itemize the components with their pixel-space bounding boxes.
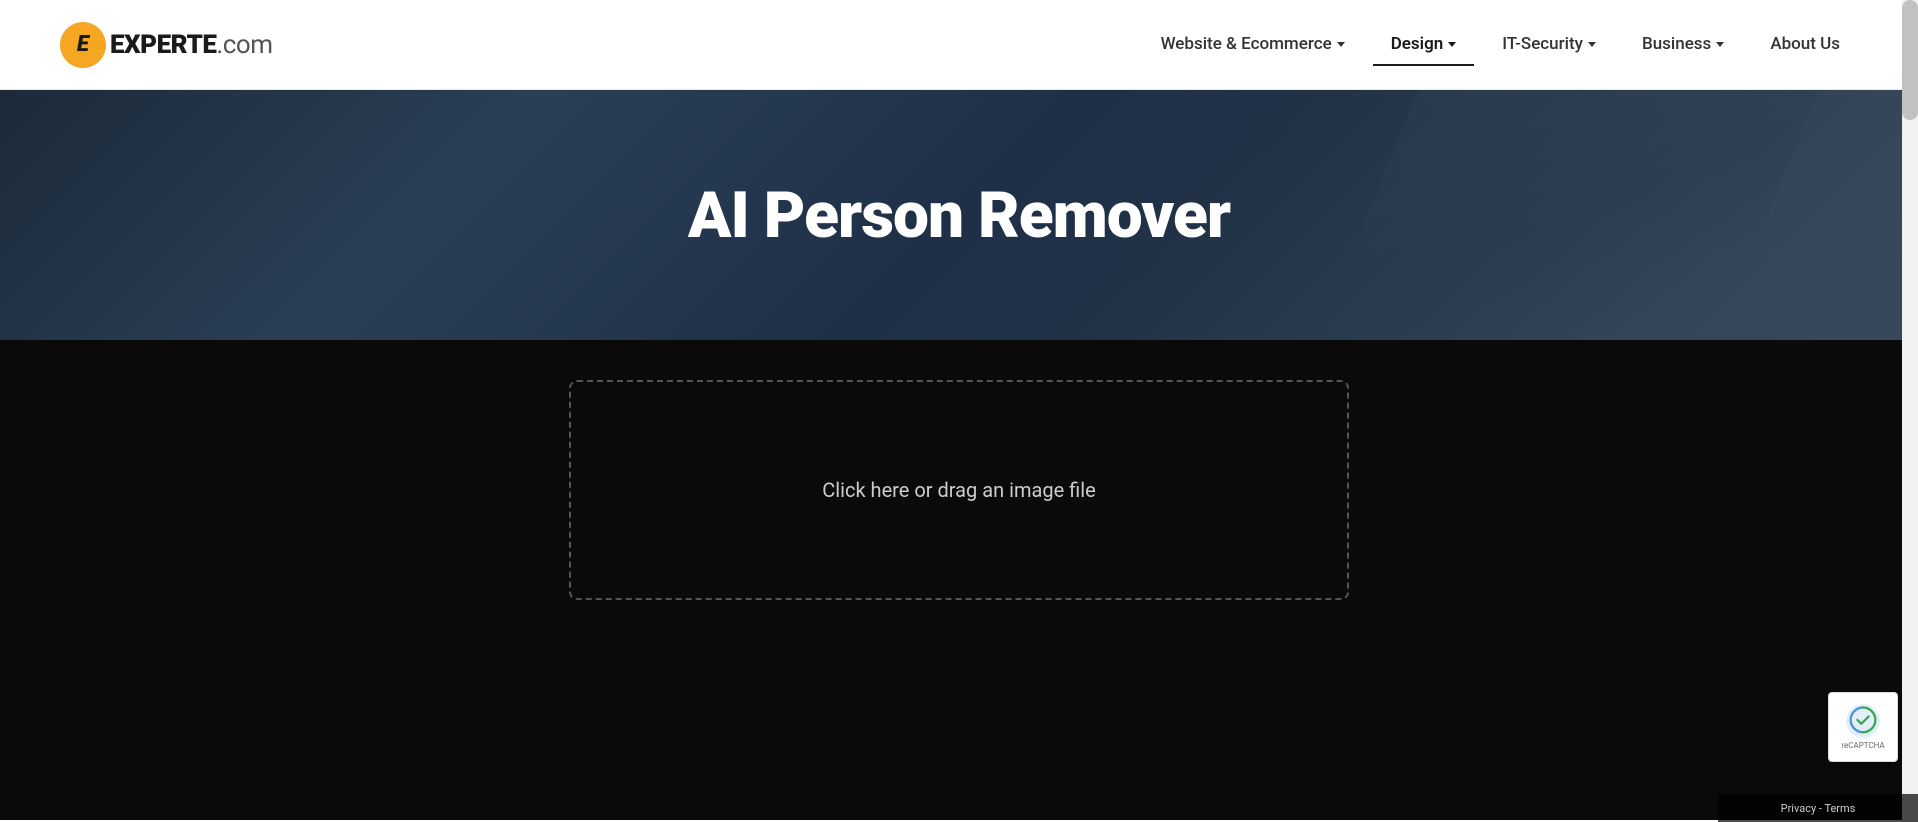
nav-link-design[interactable]: Design	[1373, 24, 1475, 66]
chevron-down-icon	[1716, 42, 1724, 47]
nav-link-label: Business	[1642, 34, 1711, 54]
navbar: E EXPERTE.com Website & Ecommerce Design	[0, 0, 1918, 90]
scrollbar-track[interactable]	[1902, 0, 1918, 822]
nav-item-design: Design	[1373, 24, 1475, 66]
main-nav: Website & Ecommerce Design IT-Security B…	[1143, 24, 1858, 66]
nav-links-list: Website & Ecommerce Design IT-Security B…	[1143, 24, 1858, 66]
main-content: Click here or drag an image file	[0, 340, 1918, 820]
logo-suffix: .com	[216, 30, 272, 60]
nav-item-business: Business	[1624, 24, 1742, 66]
nav-link-website-ecommerce[interactable]: Website & Ecommerce	[1143, 24, 1363, 66]
drop-zone-label: Click here or drag an image file	[822, 478, 1096, 502]
chevron-down-icon	[1448, 42, 1456, 47]
nav-item-it-security: IT-Security	[1484, 24, 1614, 66]
recaptcha-badge: reCAPTCHA	[1828, 692, 1898, 762]
logo-brand: EXPERTE	[110, 30, 216, 60]
nav-link-label: About Us	[1770, 34, 1840, 54]
privacy-terms-text: Privacy - Terms	[1781, 802, 1856, 815]
nav-link-label: Website & Ecommerce	[1161, 34, 1332, 54]
scrollbar-thumb[interactable]	[1902, 0, 1918, 120]
site-logo[interactable]: E EXPERTE.com	[60, 22, 273, 68]
hero-banner: AI Person Remover	[0, 90, 1918, 340]
recaptcha-label: reCAPTCHA	[1841, 741, 1884, 751]
nav-link-label: Design	[1391, 34, 1444, 54]
chevron-down-icon	[1337, 42, 1345, 47]
hero-title: AI Person Remover	[688, 178, 1230, 253]
chevron-down-icon	[1588, 42, 1596, 47]
upload-container: Click here or drag an image file	[569, 380, 1349, 600]
logo-letter: E	[77, 32, 89, 57]
nav-item-website-ecommerce: Website & Ecommerce	[1143, 24, 1363, 66]
recaptcha-icon	[1845, 703, 1881, 739]
privacy-terms-bar: Privacy - Terms	[1718, 794, 1918, 822]
logo-brand-text: EXPERTE.com	[110, 30, 273, 60]
nav-item-about-us: About Us	[1752, 24, 1858, 66]
nav-link-business[interactable]: Business	[1624, 24, 1742, 66]
image-drop-zone[interactable]: Click here or drag an image file	[569, 380, 1349, 600]
nav-link-about-us[interactable]: About Us	[1752, 24, 1858, 66]
nav-link-it-security[interactable]: IT-Security	[1484, 24, 1614, 66]
logo-icon: E	[60, 22, 106, 68]
nav-link-label: IT-Security	[1502, 34, 1583, 54]
